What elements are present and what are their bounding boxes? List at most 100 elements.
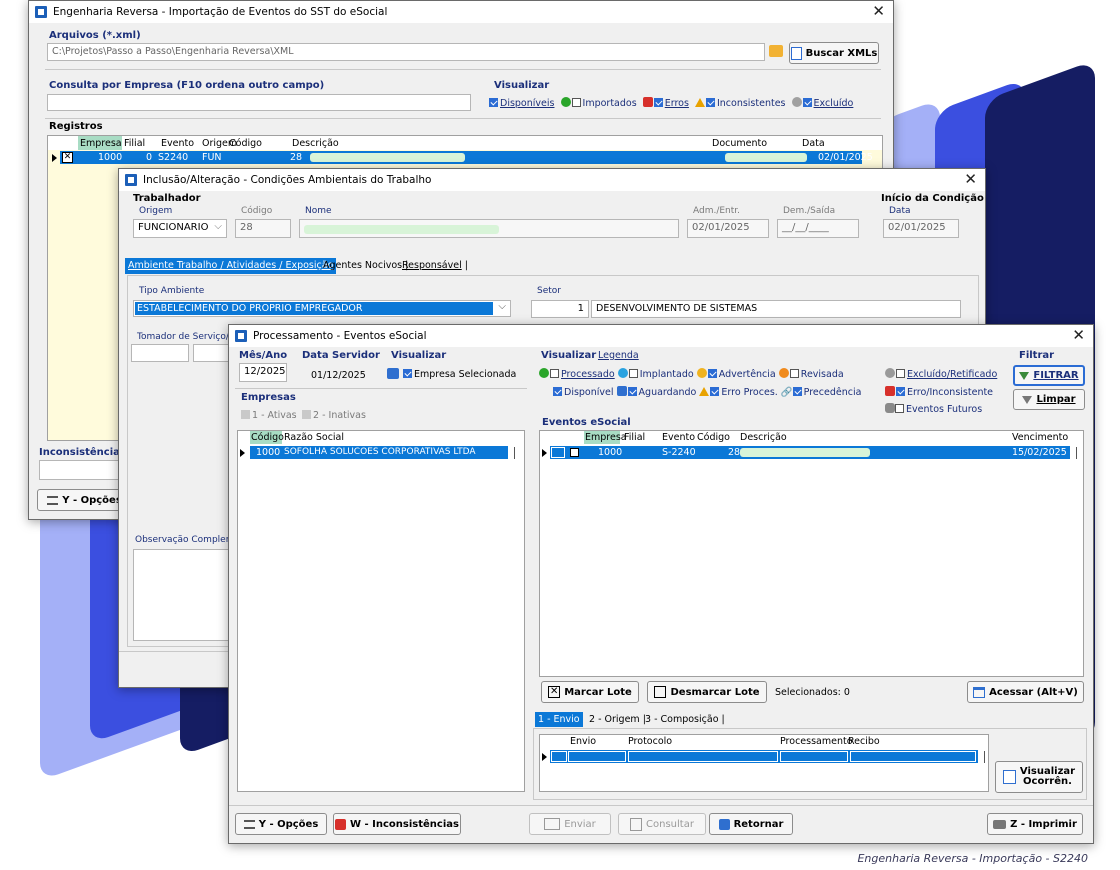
table-row[interactable]: ✕ 1000 0 S2240 FUN 28 02/01/2025 [60,151,873,164]
close-icon[interactable]: ✕ [872,3,885,19]
tipo-ambiente-select[interactable]: ESTABELECIMENTO DO PROPRIO EMPREGADOR ⌵ [133,300,511,317]
setor-code-field[interactable]: 1 [531,300,589,318]
col-envio[interactable]: Envio [570,736,596,747]
tab-composicao[interactable]: 3 - Composição | [645,714,725,725]
col-razao-social[interactable]: Razão Social [284,432,344,443]
col-documento[interactable]: Documento [712,138,767,149]
col-empresa[interactable]: Empresa [80,138,122,149]
tab-ambiente[interactable]: Ambiente Trabalho / Atividades / Exposiç… [125,258,337,274]
envios-grid[interactable]: Envio Protocolo Processamento Recibo [539,734,989,792]
col-vencimento[interactable]: Vencimento [1012,432,1068,443]
disponiveis-label: Disponíveis [500,98,555,109]
empresa-selecionada-checkbox[interactable] [403,369,412,378]
desmarcar-lote-button[interactable]: Desmarcar Lote [647,681,767,703]
excluido-checkbox[interactable] [896,369,905,378]
inconsistencias-button[interactable]: W - Inconsistências [333,813,461,835]
col-codigo[interactable]: Código [229,138,262,149]
tab-agentes[interactable]: Agentes Nocivos | [323,260,408,271]
cell-empresa: 1000 [98,152,123,163]
col-filial[interactable]: Filial [124,138,145,149]
close-icon[interactable]: ✕ [1072,327,1085,343]
table-row[interactable]: 1000 SOFOLHA SOLUCOES CORPORATIVAS LTDA [250,446,508,459]
chevron-down-icon: ⌵ [498,301,506,312]
acessar-button[interactable]: Acessar (Alt+V) [967,681,1084,703]
disponivel-label: Disponível [564,387,614,398]
close-icon[interactable]: ✕ [964,171,977,187]
table-row[interactable] [550,750,978,763]
col-recibo[interactable]: Recibo [848,736,880,747]
empresa-selecionada: Empresa Selecionada [387,368,516,380]
column-separator [514,447,515,459]
imprimir-button[interactable]: Z - Imprimir [987,813,1083,835]
col-filial[interactable]: Filial [624,432,645,443]
consultar-button[interactable]: Consultar [618,813,706,835]
row-cell [850,751,976,762]
table-row[interactable]: 1000 S-2240 28 15/02/2025 [550,446,1070,459]
col-data[interactable]: Data [802,138,825,149]
inativas-option[interactable]: 2 - Inativas [302,410,366,421]
limpar-button[interactable]: Limpar [1013,389,1085,410]
marcar-lote-button[interactable]: ✕ Marcar Lote [541,681,639,703]
column-separator [1076,447,1077,459]
tab-responsavel[interactable]: Responsável | [402,260,468,271]
excluido-checkbox[interactable] [802,98,812,107]
enviar-button[interactable]: Enviar [529,813,611,835]
erro-proces-checkbox[interactable] [710,387,720,396]
revisada-checkbox[interactable] [789,369,799,378]
inativas-checkbox[interactable] [302,410,311,419]
ativas-checkbox[interactable] [241,410,250,419]
tab-responsavel-label: Responsável [402,260,462,271]
mesano-field[interactable]: 12/2025 [239,363,287,382]
legenda-link[interactable]: Legenda [598,350,639,361]
advertencia-icon [696,368,707,378]
col-descricao[interactable]: Descrição [740,432,787,443]
col-evento[interactable]: Evento [662,432,695,443]
retornar-button[interactable]: Retornar [709,813,793,835]
processado-checkbox[interactable] [550,369,559,378]
col-protocolo[interactable]: Protocolo [628,736,672,747]
visualizar-ocorrencias-button[interactable]: Visualizar Ocorrên. [995,761,1083,793]
empresas-grid[interactable]: Código Razão Social 1000 SOFOLHA SOLUCOE… [237,430,525,792]
observacao-field[interactable] [133,549,233,641]
inconsistentes-checkbox[interactable] [705,98,715,107]
divider [45,69,881,70]
advertencia-checkbox[interactable] [707,369,717,378]
aguardando-checkbox[interactable] [627,387,637,396]
precedencia-checkbox[interactable] [792,387,802,396]
menu-icon [243,819,255,829]
row-checkbox[interactable] [570,448,579,457]
tomador-field[interactable] [131,344,189,362]
selecionados-count: Selecionados: 0 [775,687,850,698]
arquivos-label: Arquivos (*.xml) [49,30,141,41]
ativas-option[interactable]: 1 - Ativas [241,410,297,421]
col-codigo[interactable]: Código [697,432,730,443]
col-empresa[interactable]: Empresa [585,432,627,443]
erro-inconsistente-checkbox[interactable] [896,387,905,396]
eventos-futuros-label: Eventos Futuros [906,404,983,415]
title-bar: Engenharia Reversa - Importação de Event… [29,1,893,23]
tab-envio[interactable]: 1 - Envio [535,712,583,727]
row-checkbox[interactable]: ✕ [62,152,73,163]
disponiveis-checkbox[interactable] [489,98,498,107]
eventos-grid[interactable]: Empresa Filial Evento Código Descrição V… [539,430,1084,677]
col-codigo[interactable]: Código [251,432,284,443]
buscar-xmls-button[interactable]: Buscar XMLs [789,42,879,64]
erros-checkbox[interactable] [653,98,663,107]
window-title: Inclusão/Alteração - Condições Ambientai… [143,174,432,186]
tab-origem[interactable]: 2 - Origem | [589,714,646,725]
eventos-futuros-checkbox[interactable] [895,404,904,413]
importados-checkbox[interactable] [571,98,581,107]
opcoes-button[interactable]: Y - Opções [235,813,327,835]
implantado-checkbox[interactable] [628,369,638,378]
path-field[interactable]: C:\Projetos\Passo a Passo\Engenharia Rev… [47,43,765,61]
col-evento[interactable]: Evento [161,138,194,149]
filtrar-button[interactable]: FILTRAR [1013,365,1085,386]
col-descricao[interactable]: Descrição [292,138,339,149]
origem-select[interactable]: FUNCIONARIO ⌵ [133,219,227,238]
consulta-input[interactable] [47,94,471,111]
clear-filter-icon [1022,395,1033,404]
col-processamento[interactable]: Processamento [780,736,853,747]
disponivel-checkbox[interactable] [553,387,562,396]
erro-inconsistente-label: Erro/Inconsistente [907,387,994,398]
folder-icon[interactable] [769,45,783,57]
